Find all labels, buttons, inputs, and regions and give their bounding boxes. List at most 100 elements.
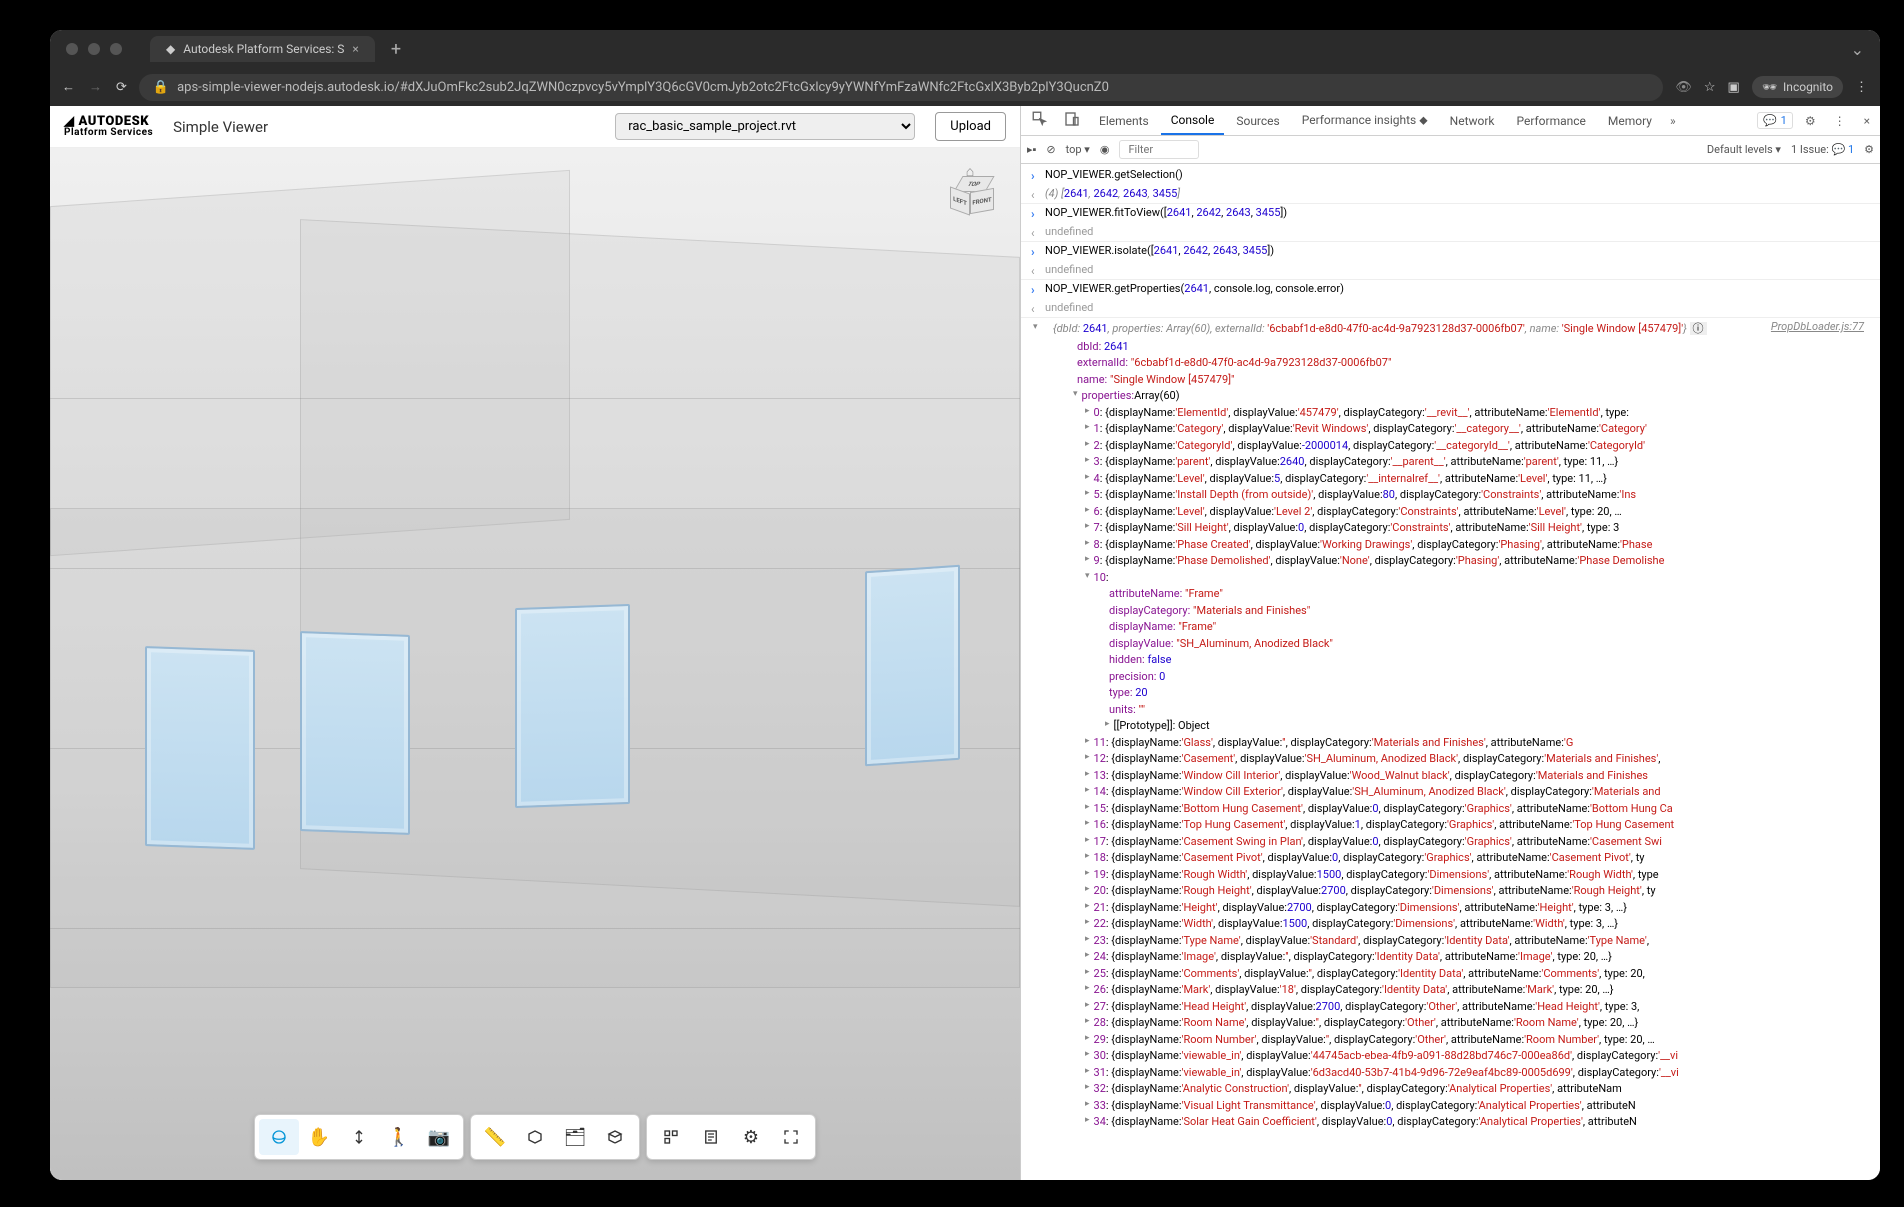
selected-window-3[interactable]: [515, 604, 630, 808]
tab-sources[interactable]: Sources: [1226, 108, 1289, 134]
page-title: Simple Viewer: [173, 118, 268, 136]
model-button[interactable]: [595, 1119, 635, 1155]
prop-row-20[interactable]: 20: {displayName: 'Rough Height', displa…: [1021, 883, 1880, 900]
selected-window-4[interactable]: [865, 565, 960, 767]
obj-externalid: externalId: "6cbabf1d-e8d0-47f0-ac4d-9a7…: [1021, 355, 1880, 372]
reload-icon[interactable]: ⟳: [116, 80, 127, 95]
explode-button[interactable]: 🗂: [555, 1119, 595, 1155]
forward-icon[interactable]: →: [89, 79, 102, 95]
traffic-lights[interactable]: [66, 43, 122, 55]
orbit-button[interactable]: [259, 1119, 299, 1155]
prop-row-28[interactable]: 28: {displayName: 'Room Name', displayVa…: [1021, 1015, 1880, 1032]
prop-row-29[interactable]: 29: {displayName: 'Room Number', display…: [1021, 1032, 1880, 1049]
prop-row-9[interactable]: 9: {displayName: 'Phase Demolished', dis…: [1021, 553, 1880, 570]
selected-window-2[interactable]: [300, 631, 410, 835]
properties-button[interactable]: [691, 1119, 731, 1155]
tab-perf-insights[interactable]: Performance insights ⬥: [1292, 107, 1438, 134]
model-select[interactable]: rac_basic_sample_project.rvt: [615, 113, 915, 140]
bookmark-icon[interactable]: ☆: [1704, 80, 1716, 95]
prop-row-4[interactable]: 4: {displayName: 'Level', displayValue: …: [1021, 471, 1880, 488]
console-output-line: undefined: [1021, 223, 1880, 243]
model-browser-button[interactable]: [651, 1119, 691, 1155]
console-output[interactable]: NOP_VIEWER.getSelection() (4) [2641, 264…: [1021, 164, 1880, 1180]
prop-row-13[interactable]: 13: {displayName: 'Window Cill Interior'…: [1021, 768, 1880, 785]
selected-window-1[interactable]: [145, 646, 255, 850]
prop-row-34[interactable]: 34: {displayName: 'Solar Heat Gain Coeff…: [1021, 1114, 1880, 1131]
prop-row-21[interactable]: 21: {displayName: 'Height', displayValue…: [1021, 900, 1880, 917]
device-toggle-icon[interactable]: [1057, 106, 1087, 135]
prop-row-8[interactable]: 8: {displayName: 'Phase Created', displa…: [1021, 537, 1880, 554]
camera-button[interactable]: 📷: [419, 1119, 459, 1155]
prop-row-16[interactable]: 16: {displayName: 'Top Hung Casement', d…: [1021, 817, 1880, 834]
prop-row-25[interactable]: 25: {displayName: 'Comments', displayVal…: [1021, 966, 1880, 983]
prop-row-0[interactable]: 0: {displayName: 'ElementId', displayVal…: [1021, 405, 1880, 422]
back-icon[interactable]: ←: [62, 79, 75, 95]
devtools-settings-icon[interactable]: ⚙: [1799, 110, 1822, 132]
issues-badge[interactable]: 💬 1: [1757, 112, 1793, 129]
log-levels[interactable]: Default levels ▾: [1707, 143, 1781, 156]
prop-row-5[interactable]: 5: {displayName: 'Install Depth (from ou…: [1021, 487, 1880, 504]
prop-row-2[interactable]: 2: {displayName: 'CategoryId', displayVa…: [1021, 438, 1880, 455]
console-sidebar-toggle-icon[interactable]: ▸▪: [1027, 143, 1036, 156]
object-summary[interactable]: {dbId: 2641, properties: Array(60), exte…: [1021, 320, 1880, 339]
prop-row-12[interactable]: 12: {displayName: 'Casement', displayVal…: [1021, 751, 1880, 768]
close-window[interactable]: [66, 43, 78, 55]
prop-row-30[interactable]: 30: {displayName: 'viewable_in', display…: [1021, 1048, 1880, 1065]
prop-row-3[interactable]: 3: {displayName: 'parent', displayValue:…: [1021, 454, 1880, 471]
prop-row-32[interactable]: 32: {displayName: 'Analytic Construction…: [1021, 1081, 1880, 1098]
prop-row-6[interactable]: 6: {displayName: 'Level', displayValue: …: [1021, 504, 1880, 521]
prop-row-19[interactable]: 19: {displayName: 'Rough Width', display…: [1021, 867, 1880, 884]
zoom-button[interactable]: [339, 1119, 379, 1155]
clear-console-icon[interactable]: ⊘: [1046, 143, 1055, 156]
issues-link[interactable]: 1 Issue: 💬 1: [1791, 143, 1854, 156]
tab-elements[interactable]: Elements: [1089, 108, 1159, 134]
devtools-close-icon[interactable]: ×: [1858, 110, 1876, 132]
minimize-window[interactable]: [88, 43, 100, 55]
prop-row-23[interactable]: 23: {displayName: 'Type Name', displayVa…: [1021, 933, 1880, 950]
live-expr-icon[interactable]: ◉: [1100, 143, 1110, 156]
extensions-icon[interactable]: ▣: [1728, 80, 1740, 95]
prop-row-26[interactable]: 26: {displayName: 'Mark', displayValue: …: [1021, 982, 1880, 999]
browser-tab[interactable]: ◆ Autodesk Platform Services: S ×: [150, 36, 375, 62]
fullscreen-button[interactable]: [771, 1119, 811, 1155]
prop-row-17[interactable]: 17: {displayName: 'Casement Swing in Pla…: [1021, 834, 1880, 851]
menu-icon[interactable]: ⋮: [1855, 80, 1868, 95]
obj-properties[interactable]: properties: Array(60): [1021, 388, 1880, 405]
section-button[interactable]: [515, 1119, 555, 1155]
console-settings-icon[interactable]: ⚙: [1864, 143, 1874, 156]
tab-console[interactable]: Console: [1161, 107, 1225, 135]
prop-row-10[interactable]: 10:: [1021, 570, 1880, 587]
inspect-icon[interactable]: [1025, 106, 1055, 135]
prop-row-1[interactable]: 1: {displayName: 'Category', displayValu…: [1021, 421, 1880, 438]
walk-button[interactable]: 🚶: [379, 1119, 419, 1155]
more-tabs-icon[interactable]: »: [1664, 110, 1682, 132]
new-tab-button[interactable]: +: [391, 39, 401, 60]
prop-row-15[interactable]: 15: {displayName: 'Bottom Hung Casement'…: [1021, 801, 1880, 818]
tab-performance[interactable]: Performance: [1507, 108, 1596, 134]
pan-button[interactable]: ✋: [299, 1119, 339, 1155]
prop-row-7[interactable]: 7: {displayName: 'Sill Height', displayV…: [1021, 520, 1880, 537]
maximize-window[interactable]: [110, 43, 122, 55]
window-dropdown-icon[interactable]: ⌄: [1851, 40, 1864, 59]
prop-row-33[interactable]: 33: {displayName: 'Visual Light Transmit…: [1021, 1098, 1880, 1115]
settings-button[interactable]: ⚙: [731, 1119, 771, 1155]
prop-row-11[interactable]: 11: {displayName: 'Glass', displayValue:…: [1021, 735, 1880, 752]
measure-button[interactable]: 📏: [475, 1119, 515, 1155]
tab-close-icon[interactable]: ×: [352, 42, 358, 56]
filter-input[interactable]: [1119, 140, 1199, 159]
prop-row-27[interactable]: 27: {displayName: 'Head Height', display…: [1021, 999, 1880, 1016]
tab-memory[interactable]: Memory: [1598, 108, 1662, 134]
viewer-canvas[interactable]: ⌂ TOP LEFT FRONT: [50, 148, 1020, 1180]
tab-network[interactable]: Network: [1440, 108, 1505, 134]
prop-row-31[interactable]: 31: {displayName: 'viewable_in', display…: [1021, 1065, 1880, 1082]
context-selector[interactable]: top ▾: [1066, 143, 1090, 156]
devtools-menu-icon[interactable]: ⋮: [1828, 110, 1852, 132]
url-field[interactable]: 🔒 aps-simple-viewer-nodejs.autodesk.io/#…: [139, 74, 1663, 101]
prop-row-14[interactable]: 14: {displayName: 'Window Cill Exterior'…: [1021, 784, 1880, 801]
upload-button[interactable]: Upload: [935, 112, 1006, 141]
prop-row-24[interactable]: 24: {displayName: 'Image', displayValue:…: [1021, 949, 1880, 966]
prototype-row[interactable]: [[Prototype]]: Object: [1021, 718, 1880, 735]
prop-row-18[interactable]: 18: {displayName: 'Casement Pivot', disp…: [1021, 850, 1880, 867]
console-output-line: (4) [2641, 2642, 2643, 3455]: [1021, 185, 1880, 205]
prop-row-22[interactable]: 22: {displayName: 'Width', displayValue:…: [1021, 916, 1880, 933]
